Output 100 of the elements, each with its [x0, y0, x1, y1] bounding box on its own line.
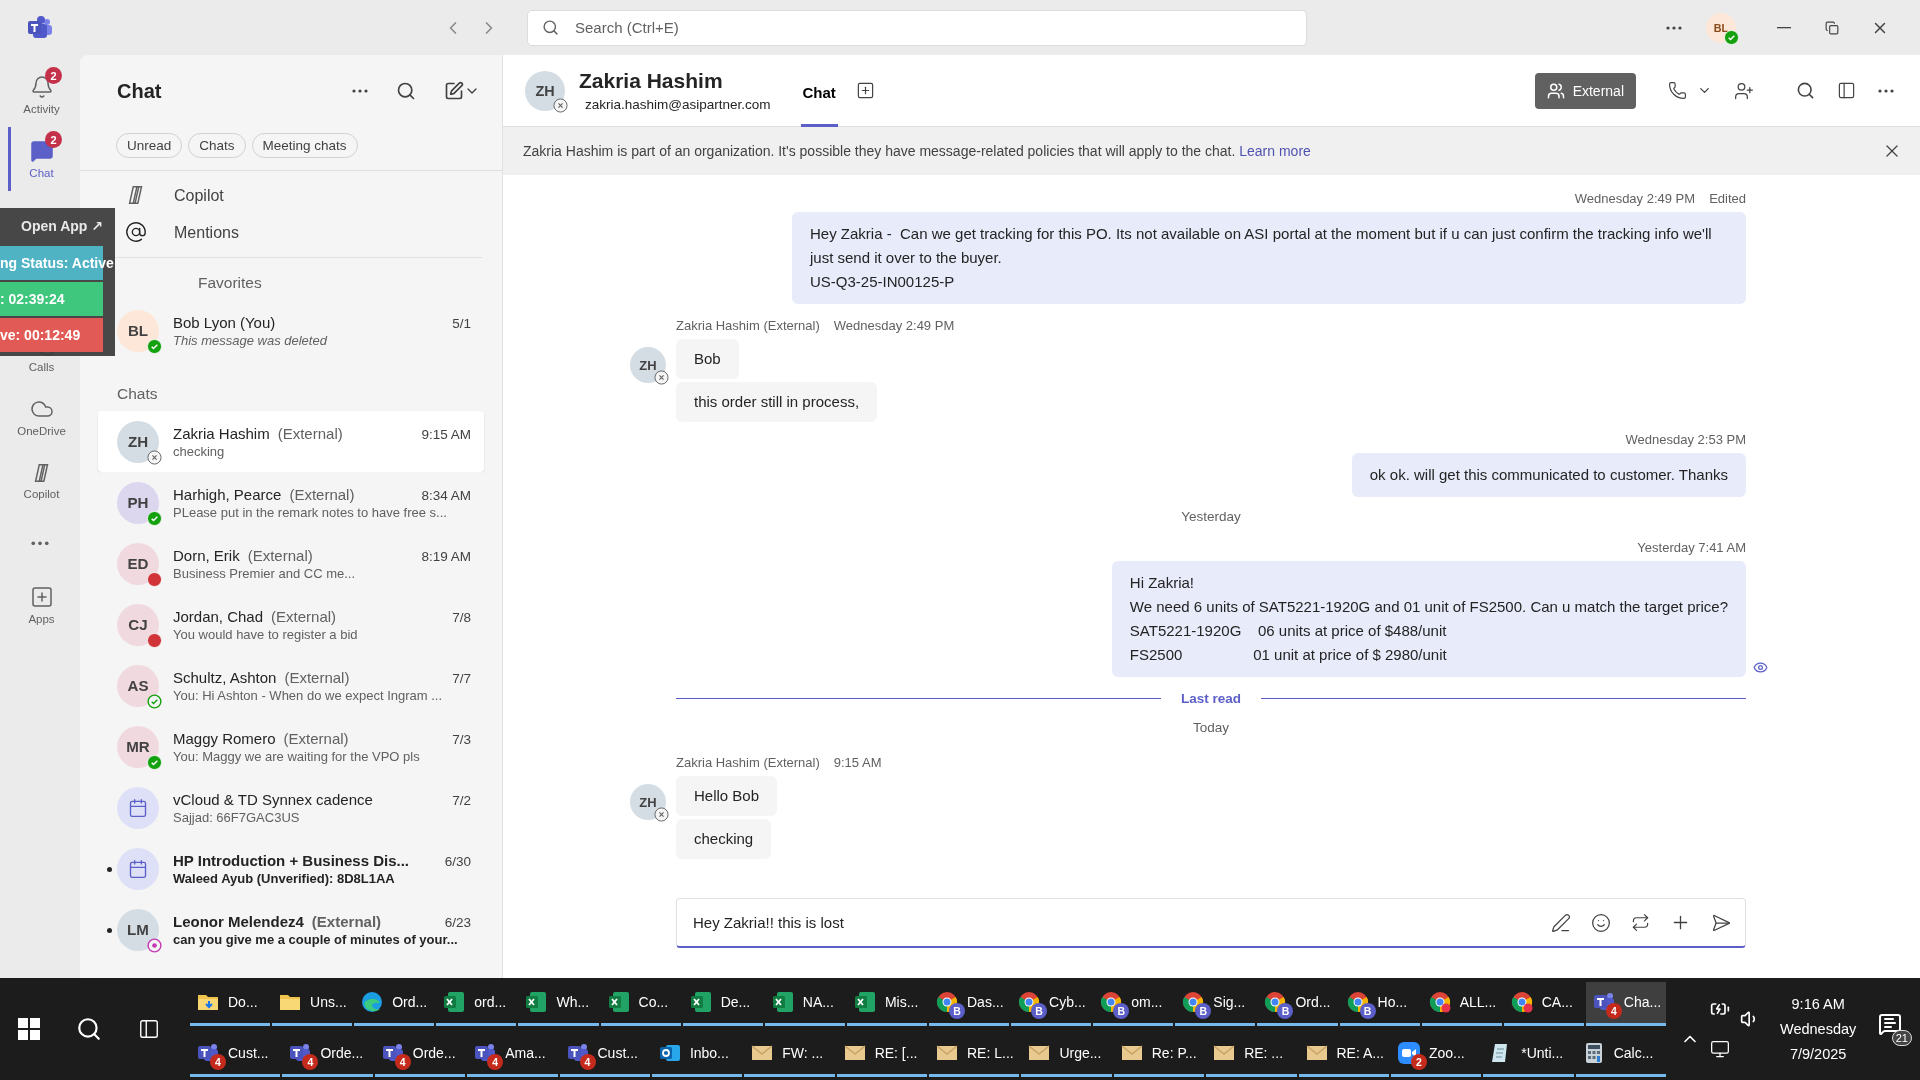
app-badge: 4 [394, 1054, 411, 1070]
panel-icon [1837, 81, 1856, 100]
browser-icon [1509, 990, 1534, 1014]
avatar-initials: AS [127, 677, 149, 694]
chat-name: HP Introduction + Business Dis... [173, 851, 409, 869]
chat-time: 8:34 AM [421, 487, 471, 503]
taskbar-app-button[interactable]: 4 Ama... [467, 1032, 558, 1077]
shortcut-item[interactable]: Mentions [174, 214, 239, 251]
restore-icon [1825, 20, 1839, 35]
message-time: 9:15 AM [833, 755, 882, 770]
taskbar-app-button[interactable]: Ord... [354, 981, 435, 1026]
taskbar-app-button[interactable]: 4 Orde... [282, 1032, 373, 1077]
browser-icon [360, 990, 385, 1014]
browser-icon [1345, 990, 1370, 1014]
smiley-icon [1591, 912, 1611, 933]
chat-preview: You: Hi Ashton - When do we expect Ingram ... [173, 687, 443, 703]
taskbar-app-button[interactable]: RE: A... [1298, 1032, 1389, 1077]
taskbar-app-button[interactable]: Urge... [1021, 1032, 1112, 1077]
sent-message: Hey Zakria - Can we get tracking for this PO. Its not available on ASI portal at the moment but if u can just confirm the tracking info we'll just send it over to the buyer. US-Q3-25-IN00125-P [792, 212, 1746, 304]
taskbar-app-button[interactable]: Re: P... [1113, 1032, 1205, 1077]
user-avatar[interactable]: BL [1706, 12, 1736, 43]
loop-icon [1631, 913, 1650, 932]
taskbar-app-button[interactable]: 2 Zoo... [1390, 1032, 1482, 1077]
taskbar-app-button[interactable]: B Das... [929, 981, 1010, 1026]
search-field[interactable]: Search (Ctrl+E) [573, 18, 1292, 37]
rail-item[interactable]: Apps [8, 573, 80, 637]
policy-notice: Zakria Hashim is part of an organization. It's possible they have message-related policies that will apply to the chat. Learn more [523, 143, 1312, 159]
filter-chip[interactable]: Meeting chats [251, 133, 358, 158]
avatar-initials: ED [127, 555, 149, 572]
external-tag: (External) [289, 485, 355, 503]
status-text: : 02:39:24 [0, 291, 65, 307]
received-message: this order still in process, [676, 382, 878, 422]
rail-item[interactable]: Activity 2 [8, 63, 80, 127]
external-button[interactable]: External [1534, 72, 1636, 109]
chat-item[interactable]: ZH Zakria Hashim (External) 9:15 AM checking [98, 411, 484, 472]
taskbar-app-button[interactable]: B Ho... [1339, 981, 1420, 1026]
filter-chip[interactable]: Unread [116, 133, 183, 158]
taskbar-app-button[interactable]: B Sig... [1175, 981, 1256, 1026]
contact-name: Zakria Hashim [579, 69, 723, 93]
taskbar-app-button[interactable]: NA... [764, 981, 845, 1026]
video-camera-icon [1396, 1041, 1421, 1065]
taskbar-app-button[interactable]: Inbo... [651, 1032, 743, 1077]
taskbar-app-button[interactable]: RE: ... [1206, 1032, 1297, 1077]
taskbar-app-button[interactable]: *Unti... [1483, 1032, 1574, 1077]
task-view-button[interactable] [138, 1018, 160, 1040]
taskbar-app-button[interactable]: 4 Cha... [1585, 981, 1666, 1026]
search-icon [396, 81, 416, 101]
taskbar-app-button[interactable]: Wh... [518, 981, 599, 1026]
start-button[interactable] [18, 1018, 40, 1040]
offline-status-icon [654, 370, 669, 385]
avatar-initials: ZH [639, 357, 657, 373]
external-tag: (External) [311, 912, 382, 930]
search-bar[interactable]: Search (Ctrl+E) [527, 9, 1307, 46]
taskbar-app-button[interactable]: 4 Cust... [559, 1032, 650, 1077]
taskbar-app-button[interactable]: Calc... [1575, 1032, 1666, 1077]
taskbar-app-button[interactable]: ord... [436, 981, 517, 1026]
taskbar-app-button[interactable]: B Ord... [1257, 981, 1338, 1026]
message-time: Wednesday 2:49 PM [1574, 191, 1696, 206]
external-tag: (External) [277, 424, 343, 442]
network-icon[interactable] [1710, 1039, 1730, 1059]
app-badge: B [1113, 1003, 1130, 1019]
taskbar-app-button[interactable]: CA... [1503, 981, 1584, 1026]
composer-box[interactable]: Hey Zakria!! this is lost [676, 898, 1746, 948]
clock[interactable]: 9:16 AM Wednesday 7/9/2025 [1770, 996, 1867, 1062]
external-tag: (External) [247, 546, 313, 564]
browser-icon [935, 990, 959, 1014]
rail-item[interactable]: Copilot [8, 449, 80, 513]
more-icon [352, 89, 368, 93]
chat-time: 7/3 [452, 731, 471, 747]
rail-item[interactable]: OneDrive [8, 385, 80, 449]
taskbar-app-button[interactable]: B om... [1093, 981, 1174, 1026]
taskbar-app-button[interactable]: FW: ... [744, 1032, 835, 1077]
chat-name: Harhigh, Pearce [173, 485, 282, 503]
taskbar-app-button[interactable]: 4 Orde... [374, 1032, 466, 1077]
taskbar-app-button[interactable]: RE: L... [929, 1032, 1020, 1077]
taskbar-app-button[interactable]: Mis... [846, 981, 927, 1026]
contact-email: zakria.hashim@asipartner.com [584, 97, 771, 112]
filter-chip[interactable]: Chats [188, 133, 246, 158]
chat-name: Schultz, Ashton [173, 668, 277, 686]
task-view-icon [138, 1018, 160, 1040]
taskbar-app-button[interactable]: B Cyb... [1011, 981, 1092, 1026]
search-icon [542, 19, 559, 36]
taskbar-app-button[interactable]: Do... [190, 981, 271, 1026]
taskbar-app-button[interactable]: Co... [600, 981, 681, 1026]
taskbar-app-button[interactable]: ALL... [1421, 981, 1502, 1026]
notifications-button[interactable]: 21 [1878, 1012, 1912, 1046]
teams-logo-icon [27, 14, 53, 41]
more-icon [1666, 25, 1682, 30]
open-app-link[interactable]: Open App ↗ [21, 218, 103, 234]
taskbar-app-button[interactable]: RE: [... [836, 1032, 927, 1077]
edited-label: Edited [1709, 191, 1746, 206]
taskbar-app-button[interactable]: De... [682, 981, 763, 1026]
spreadsheet-icon [606, 990, 631, 1014]
taskbar-app-button[interactable]: 4 Cust... [190, 1032, 281, 1077]
shortcut-item[interactable]: Copilot [174, 177, 224, 214]
search-button[interactable] [76, 1016, 102, 1042]
date-divider: Today [1193, 720, 1229, 735]
app-badge: 4 [302, 1054, 319, 1070]
learn-more-link[interactable]: Learn more [1239, 143, 1311, 159]
taskbar-app-button[interactable]: Uns... [272, 981, 353, 1026]
